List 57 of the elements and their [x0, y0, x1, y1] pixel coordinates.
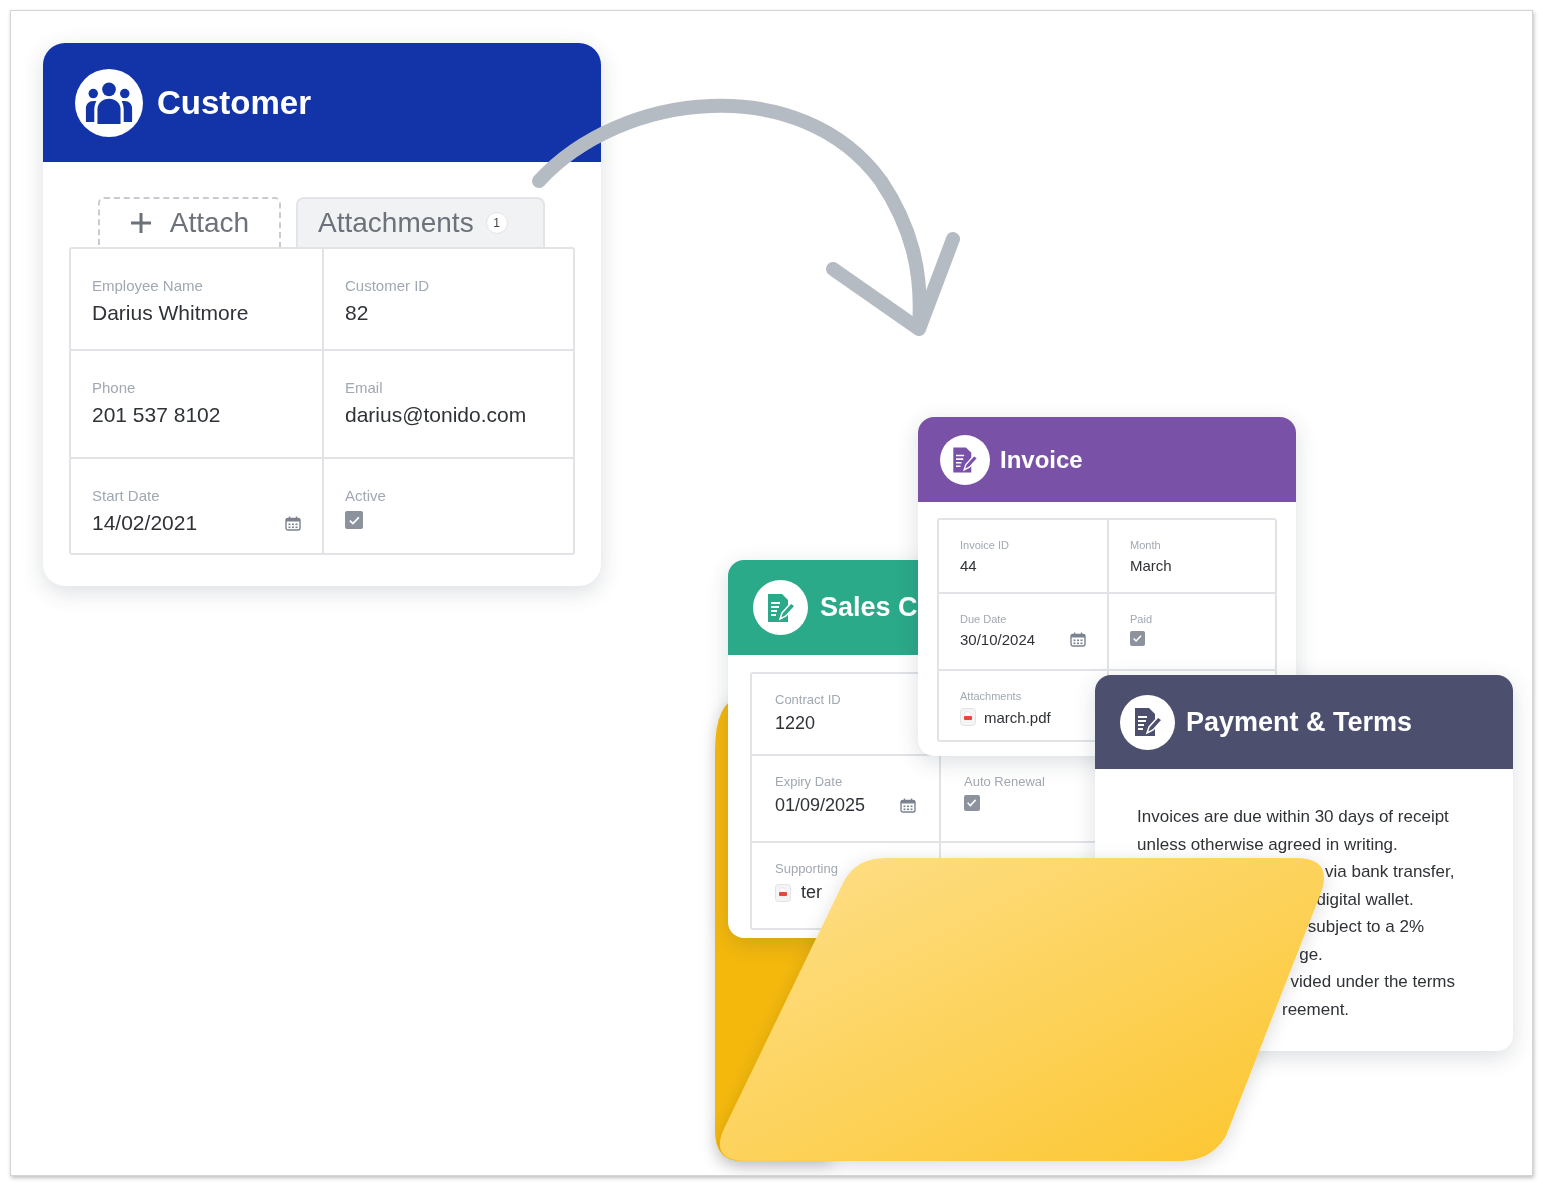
calendar-icon[interactable] — [285, 515, 301, 531]
checkbox[interactable] — [1130, 631, 1145, 646]
date-value: 01/09/2025 — [775, 795, 866, 816]
calendar-icon[interactable] — [900, 798, 916, 813]
field-value: 1220 — [775, 713, 817, 734]
field-label: Attachments — [960, 690, 1023, 702]
field-label: Due Date — [960, 613, 1008, 625]
field-label: Active — [345, 487, 387, 504]
card-title: Invoice — [1000, 445, 1083, 474]
field-label: Phone — [92, 379, 137, 396]
field-label: Start Date — [92, 487, 161, 504]
terms-text-line: reement. — [1281, 998, 1350, 1021]
checkbox[interactable] — [964, 795, 980, 811]
attachments-tab[interactable]: Attachments 1 — [296, 197, 545, 247]
date-value: 14/02/2021 — [92, 511, 198, 535]
field-label: Email — [345, 379, 384, 396]
plus-icon — [129, 212, 152, 234]
field-label: Paid — [1130, 613, 1154, 625]
document-pen-icon — [765, 591, 796, 624]
terms-text-line: Invoices are due within 30 days of receipt — [1137, 806, 1450, 828]
count-badge: 1 — [485, 212, 508, 234]
pdf-file-icon — [960, 708, 976, 726]
document-pen-icon — [1132, 706, 1163, 738]
field-label: Auto Renewal — [964, 774, 1046, 789]
field-label: Month — [1130, 539, 1162, 551]
field-label: Invoice ID — [960, 539, 1010, 551]
date-value: 30/10/2024 — [960, 631, 1036, 648]
terms-text-line: digital wallet. — [1315, 888, 1414, 911]
terms-text-line: ge. — [1298, 943, 1323, 966]
pdf-file-icon — [775, 883, 791, 902]
field-label: Customer ID — [345, 277, 431, 294]
people-icon — [84, 81, 134, 124]
field-value: March — [1130, 557, 1173, 574]
attach-button[interactable]: Attach — [98, 197, 281, 247]
field-value: 82 — [345, 301, 370, 325]
file-name[interactable]: ter — [801, 882, 822, 903]
file-name[interactable]: march.pdf — [984, 708, 1051, 726]
terms-text-line: subject to a 2% — [1306, 916, 1425, 938]
checkbox[interactable] — [345, 511, 363, 529]
field-value: Darius Whitmore — [92, 301, 250, 325]
document-pen-icon — [951, 445, 979, 474]
calendar-icon[interactable] — [1070, 632, 1086, 647]
terms-text-line: unless otherwise agreed in writing. — [1137, 833, 1399, 856]
field-label: Supporting — [775, 861, 839, 876]
checkmark-icon — [1132, 633, 1143, 644]
terms-text-line: vided under the terms — [1289, 971, 1455, 993]
field-value: darius@tonido.com — [345, 403, 528, 427]
card-title: Payment & Terms — [1186, 706, 1413, 738]
field-value: 201 537 8102 — [92, 403, 222, 427]
card-title: Sales C — [820, 592, 918, 623]
field-value: 44 — [960, 557, 978, 574]
field-label: Contract ID — [775, 692, 842, 707]
field-label: Expiry Date — [775, 774, 844, 789]
card-title: Customer — [157, 83, 312, 122]
checkmark-icon — [966, 797, 978, 809]
terms-text-line: via bank transfer, — [1324, 861, 1455, 883]
field-label: Employee Name — [92, 277, 204, 294]
